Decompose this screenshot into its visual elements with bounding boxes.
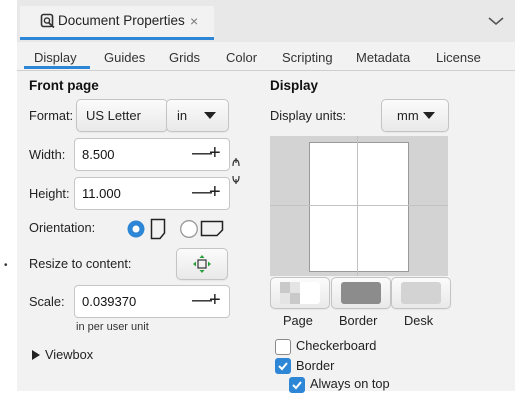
tab-scripting[interactable]: Scripting	[282, 50, 333, 65]
format-dropdown[interactable]: US Letter	[76, 99, 168, 132]
tab-title: Document Properties	[58, 13, 185, 28]
tab-license[interactable]: License	[436, 50, 481, 65]
scale-unit-note: in per user unit	[76, 321, 149, 333]
always-on-top-label: Always on top	[310, 376, 390, 391]
tab-metadata[interactable]: Metadata	[356, 50, 410, 65]
tab-grids[interactable]: Grids	[169, 50, 200, 65]
height-label: Height:	[29, 186, 70, 201]
resize-to-content-button[interactable]	[176, 248, 228, 280]
front-page-title: Front page	[29, 78, 99, 93]
width-field[interactable]: 8.500 — +	[74, 138, 230, 171]
tab-guides[interactable]: Guides	[104, 50, 145, 65]
desk-color-swatch	[401, 282, 441, 304]
page-color-button[interactable]	[270, 277, 330, 309]
checkmark-icon	[278, 362, 288, 371]
scale-field[interactable]: 0.039370 — +	[74, 285, 230, 318]
landscape-page-icon	[200, 220, 224, 237]
border-color-swatch	[341, 282, 381, 304]
preview-guide-horizontal	[270, 205, 448, 206]
link-dimensions-icon[interactable]	[230, 157, 242, 185]
portrait-page-icon	[150, 218, 166, 240]
unit-value: in	[177, 108, 188, 123]
tab-close-icon[interactable]: ×	[190, 13, 198, 29]
desk-color-button[interactable]	[391, 277, 451, 309]
preview-guide-vertical	[357, 136, 358, 276]
bullet-marker: •	[4, 260, 8, 271]
width-label: Width:	[29, 147, 66, 162]
viewbox-expander-icon[interactable]	[32, 350, 40, 360]
active-subtab-indicator	[24, 66, 90, 69]
display-units-label: Display units:	[270, 108, 347, 123]
checkerboard-checkbox[interactable]	[275, 339, 291, 355]
tab-display[interactable]: Display	[34, 50, 77, 65]
height-value: 11.000	[82, 186, 121, 201]
unit-dropdown[interactable]: in	[166, 99, 229, 132]
orientation-label: Orientation:	[29, 220, 96, 235]
height-field[interactable]: 11.000 — +	[74, 177, 230, 210]
border-color-button[interactable]	[331, 277, 391, 309]
height-increment-button[interactable]: +	[209, 182, 221, 202]
checkmark-icon	[292, 381, 302, 390]
display-title: Display	[270, 78, 319, 93]
page-preview-paper	[309, 142, 409, 272]
format-label: Format:	[29, 108, 74, 123]
left-strip	[0, 0, 17, 391]
document-properties-icon	[40, 13, 55, 29]
resize-to-content-label: Resize to content:	[29, 256, 132, 271]
caret-down-icon	[204, 112, 216, 119]
page-color-label: Page	[283, 313, 313, 328]
display-units-dropdown[interactable]: mm	[381, 99, 449, 132]
active-tab-indicator	[20, 37, 214, 40]
portrait-radio[interactable]	[126, 219, 146, 239]
border-color-label: Border	[339, 313, 378, 328]
desk-color-label: Desk	[404, 313, 434, 328]
scale-value: 0.039370	[82, 294, 137, 309]
width-increment-button[interactable]: +	[209, 143, 221, 163]
scale-increment-button[interactable]: +	[209, 290, 221, 310]
caret-down-icon	[423, 112, 435, 119]
resize-to-content-icon	[193, 255, 211, 273]
display-units-value: mm	[397, 108, 419, 123]
border-label: Border	[296, 358, 335, 373]
checkerboard-label: Checkerboard	[296, 338, 377, 353]
page-color-swatch	[280, 282, 320, 304]
tab-menu-chevron-icon[interactable]	[483, 9, 509, 33]
scale-label: Scale:	[29, 294, 65, 309]
landscape-radio[interactable]	[179, 219, 199, 239]
border-checkbox[interactable]	[275, 358, 291, 374]
viewbox-label[interactable]: Viewbox	[45, 347, 93, 362]
width-value: 8.500	[82, 147, 115, 162]
tab-color[interactable]: Color	[226, 50, 257, 65]
format-value: US Letter	[86, 108, 141, 123]
